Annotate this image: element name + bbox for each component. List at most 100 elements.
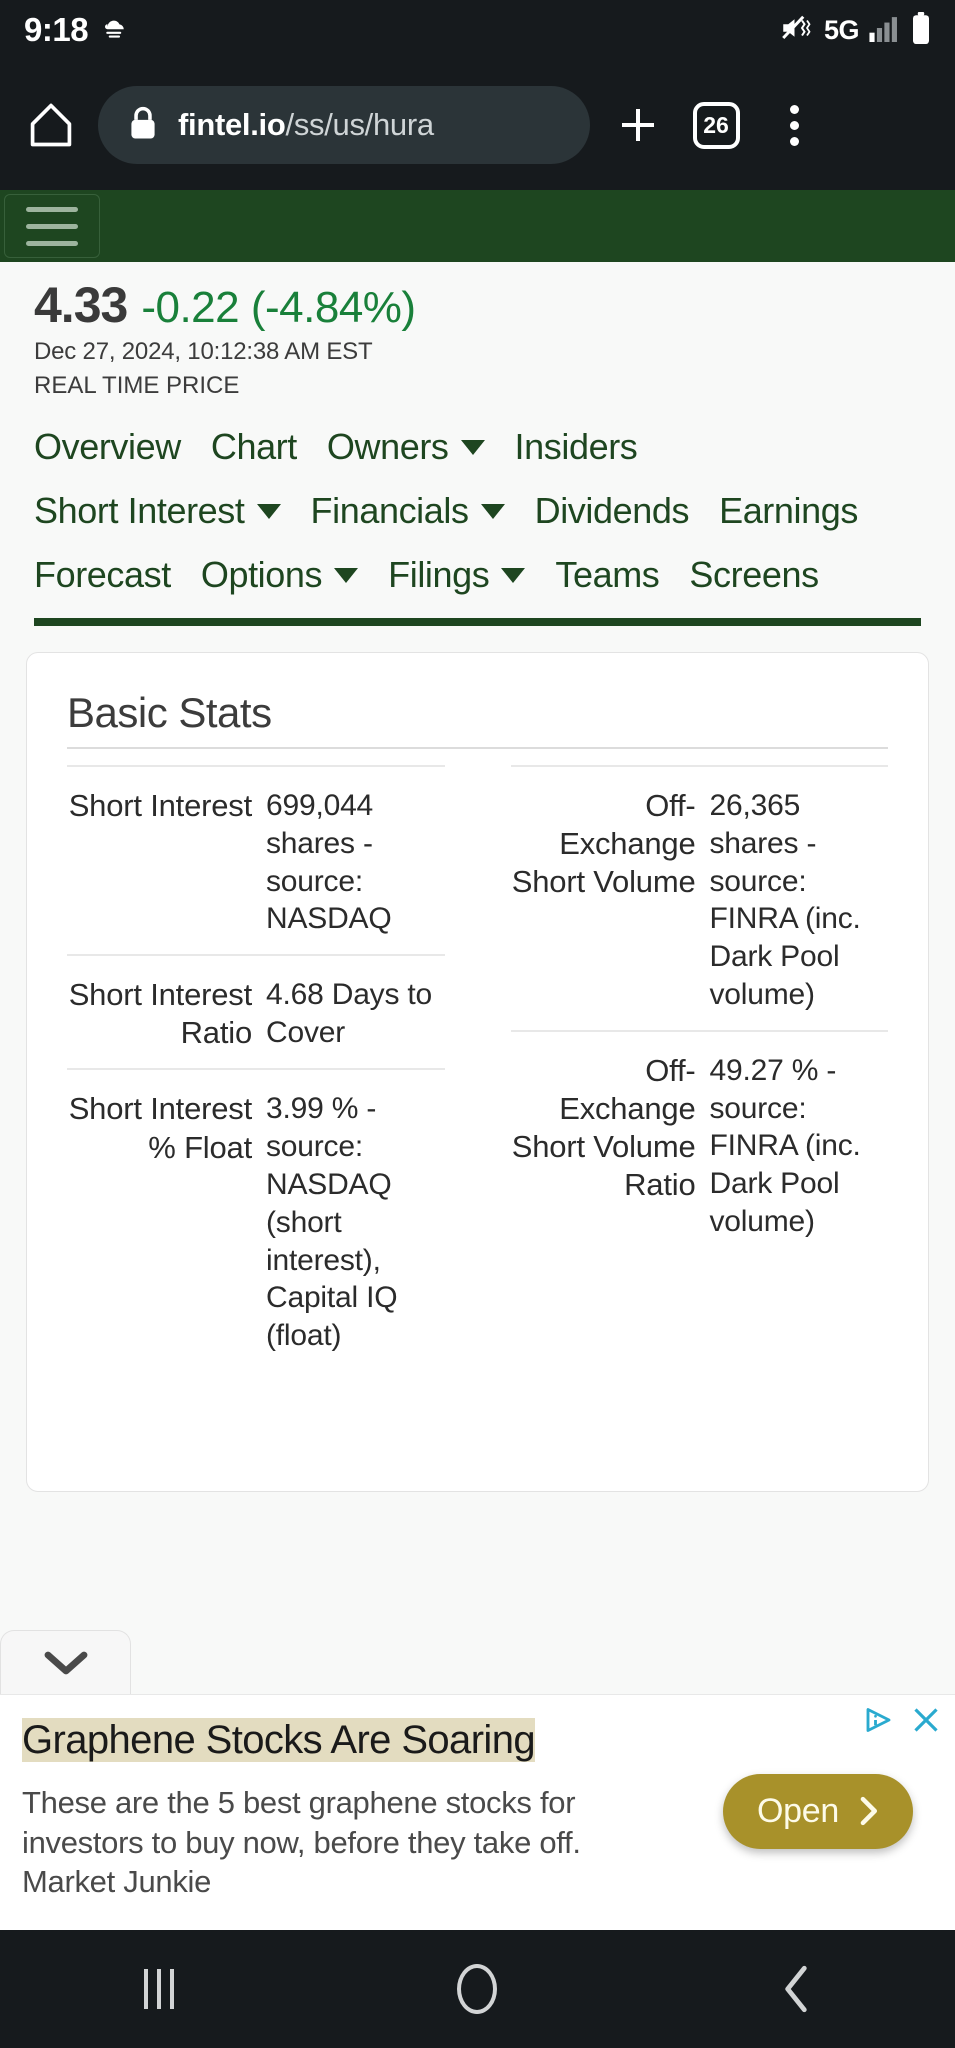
- nav-label: Short Interest: [34, 490, 245, 531]
- nav-label: Financials: [310, 490, 469, 531]
- nav-item-screens[interactable]: Screens: [689, 554, 819, 596]
- ad-open-button[interactable]: Open: [723, 1773, 913, 1849]
- plus-icon[interactable]: [608, 95, 668, 155]
- signal-bars-icon: [869, 14, 901, 47]
- stat-value: 3.99 % - source: NASDAQ (short interest)…: [266, 1092, 398, 1353]
- ad-collapse-button[interactable]: [0, 1630, 131, 1694]
- nav-row-2: Short Interest Financials Dividends Earn…: [34, 490, 921, 532]
- status-clock: 9:18: [24, 11, 89, 48]
- recents-icon[interactable]: [94, 1949, 224, 2029]
- nav-label: Earnings: [719, 490, 858, 531]
- url-text: fintel.io/ss/us/hura: [178, 107, 434, 143]
- nav-item-filings[interactable]: Filings: [388, 554, 526, 596]
- tab-counter-button[interactable]: 26: [686, 95, 746, 155]
- realtime-price-label: REAL TIME PRICE: [34, 372, 240, 399]
- nav-label: Dividends: [534, 490, 690, 531]
- table-row: Off-Exchange Short Volume 26,365 shares …: [510, 765, 888, 1030]
- stat-value: 26,365 shares - source: FINRA (inc. Dark…: [709, 789, 861, 1011]
- quote-price: 4.33: [34, 277, 128, 333]
- address-bar[interactable]: fintel.io/ss/us/hura: [98, 86, 590, 164]
- quote-change: -0.22 (-4.84%): [141, 283, 416, 332]
- stat-label: Short Interest % Float: [68, 1091, 252, 1165]
- chevron-down-icon: [44, 1651, 87, 1674]
- table-row: Short Interest % Float 3.99 % - source: …: [67, 1068, 445, 1371]
- nav-item-insiders[interactable]: Insiders: [515, 426, 638, 468]
- ad-description: These are the 5 best graphene stocks for…: [22, 1785, 581, 1860]
- cloud-icon: [100, 13, 130, 48]
- ad-cta-area: Open: [703, 1711, 933, 1911]
- quote-timestamp: Dec 27, 2024, 10:12:38 AM EST: [34, 338, 373, 365]
- status-bar-left: 9:18: [24, 11, 130, 49]
- basic-stats-card: Basic Stats Short Interest 699,044 share…: [26, 652, 929, 1492]
- basic-stats-columns: Short Interest 699,044 shares - source: …: [67, 765, 888, 1371]
- nav-label: Screens: [689, 554, 819, 595]
- mute-icon: [780, 13, 814, 48]
- adchoices-icon[interactable]: [863, 1705, 897, 1740]
- tab-count-label: 26: [692, 101, 740, 149]
- nav-item-teams[interactable]: Teams: [555, 554, 659, 596]
- nav-item-options[interactable]: Options: [200, 554, 359, 596]
- table-row: Short Interest 699,044 shares - source: …: [67, 765, 445, 954]
- nav-label: Filings: [388, 554, 490, 595]
- quote-row: 4.33 -0.22 (-4.84%): [0, 262, 955, 334]
- nav-item-earnings[interactable]: Earnings: [719, 490, 858, 532]
- close-x-icon[interactable]: [911, 1705, 941, 1740]
- hamburger-menu-icon[interactable]: [4, 194, 100, 258]
- section-nav: Overview Chart Owners Insiders Short Int…: [0, 400, 955, 596]
- stat-label: Off-Exchange Short Volume Ratio: [511, 1052, 696, 1203]
- back-chevron-icon[interactable]: [731, 1949, 861, 2029]
- nav-item-dividends[interactable]: Dividends: [534, 490, 690, 532]
- table-row: Off-Exchange Short Volume Ratio 49.27 % …: [510, 1029, 888, 1257]
- home-icon[interactable]: [22, 96, 80, 154]
- ad-overlay: Graphene Stocks Are Soaring These are th…: [0, 1630, 955, 1930]
- stat-label: Short Interest Ratio: [68, 977, 252, 1051]
- stat-value: 49.27 % - source: FINRA (inc. Dark Pool …: [709, 1053, 861, 1238]
- ad-banner[interactable]: Graphene Stocks Are Soaring These are th…: [0, 1694, 955, 1930]
- table-row: Short Interest Ratio 4.68 Days to Cover: [67, 954, 445, 1068]
- nav-row-1: Overview Chart Owners Insiders: [34, 426, 921, 468]
- stat-label: Off-Exchange Short Volume: [511, 788, 696, 900]
- nav-label: Forecast: [34, 554, 171, 595]
- chevron-down-icon: [334, 567, 359, 583]
- basic-stats-left-column: Short Interest 699,044 shares - source: …: [67, 765, 445, 1371]
- android-status-bar: 9:18 5G: [0, 0, 955, 60]
- chevron-right-icon: [860, 1796, 877, 1826]
- nav-item-forecast[interactable]: Forecast: [34, 554, 171, 596]
- kebab-menu-icon[interactable]: [764, 95, 824, 155]
- stat-value: 4.68 Days to Cover: [266, 978, 433, 1049]
- lock-icon: [128, 106, 158, 145]
- chevron-down-icon: [256, 503, 281, 519]
- url-domain: fintel.io: [178, 107, 286, 142]
- stat-value: 699,044 shares - source: NASDAQ: [266, 789, 392, 936]
- nav-label: Teams: [555, 554, 660, 595]
- nav-item-chart[interactable]: Chart: [211, 426, 297, 468]
- nav-label: Insiders: [514, 426, 638, 467]
- nav-row-3: Forecast Options Filings Teams Screens: [34, 554, 921, 596]
- url-path: /ss/us/hura: [285, 107, 435, 142]
- nav-active-underline: [34, 618, 921, 626]
- home-pill-icon[interactable]: [412, 1949, 542, 2029]
- phone-screen: 9:18 5G fintel.io/ss/us/hura 26 4.33 -0.…: [0, 0, 955, 2048]
- network-type-label: 5G: [823, 14, 860, 45]
- site-header: [0, 190, 955, 262]
- nav-label: Overview: [34, 426, 181, 467]
- nav-label: Options: [200, 554, 323, 595]
- ad-corner-controls: [863, 1705, 941, 1740]
- browser-toolbar: fintel.io/ss/us/hura 26: [0, 60, 955, 190]
- page-content: 4.33 -0.22 (-4.84%) Dec 27, 2024, 10:12:…: [0, 262, 955, 1930]
- chevron-down-icon: [460, 439, 485, 455]
- nav-item-financials[interactable]: Financials: [311, 490, 505, 532]
- nav-item-overview[interactable]: Overview: [34, 426, 181, 468]
- stat-label: Short Interest: [68, 788, 252, 823]
- chevron-down-icon: [501, 567, 526, 583]
- nav-label: Owners: [326, 426, 449, 467]
- ad-advertiser: Market Junkie: [22, 1864, 212, 1900]
- android-nav-bar: [0, 1930, 955, 2048]
- nav-item-short-interest[interactable]: Short Interest: [34, 490, 281, 532]
- basic-stats-right-column: Off-Exchange Short Volume 26,365 shares …: [510, 765, 888, 1371]
- ad-headline: Graphene Stocks Are Soaring: [22, 1718, 536, 1762]
- chevron-down-icon: [480, 503, 505, 519]
- status-bar-right: 5G: [780, 11, 931, 49]
- nav-item-owners[interactable]: Owners: [327, 426, 485, 468]
- ad-text-block: Graphene Stocks Are Soaring These are th…: [22, 1711, 703, 1902]
